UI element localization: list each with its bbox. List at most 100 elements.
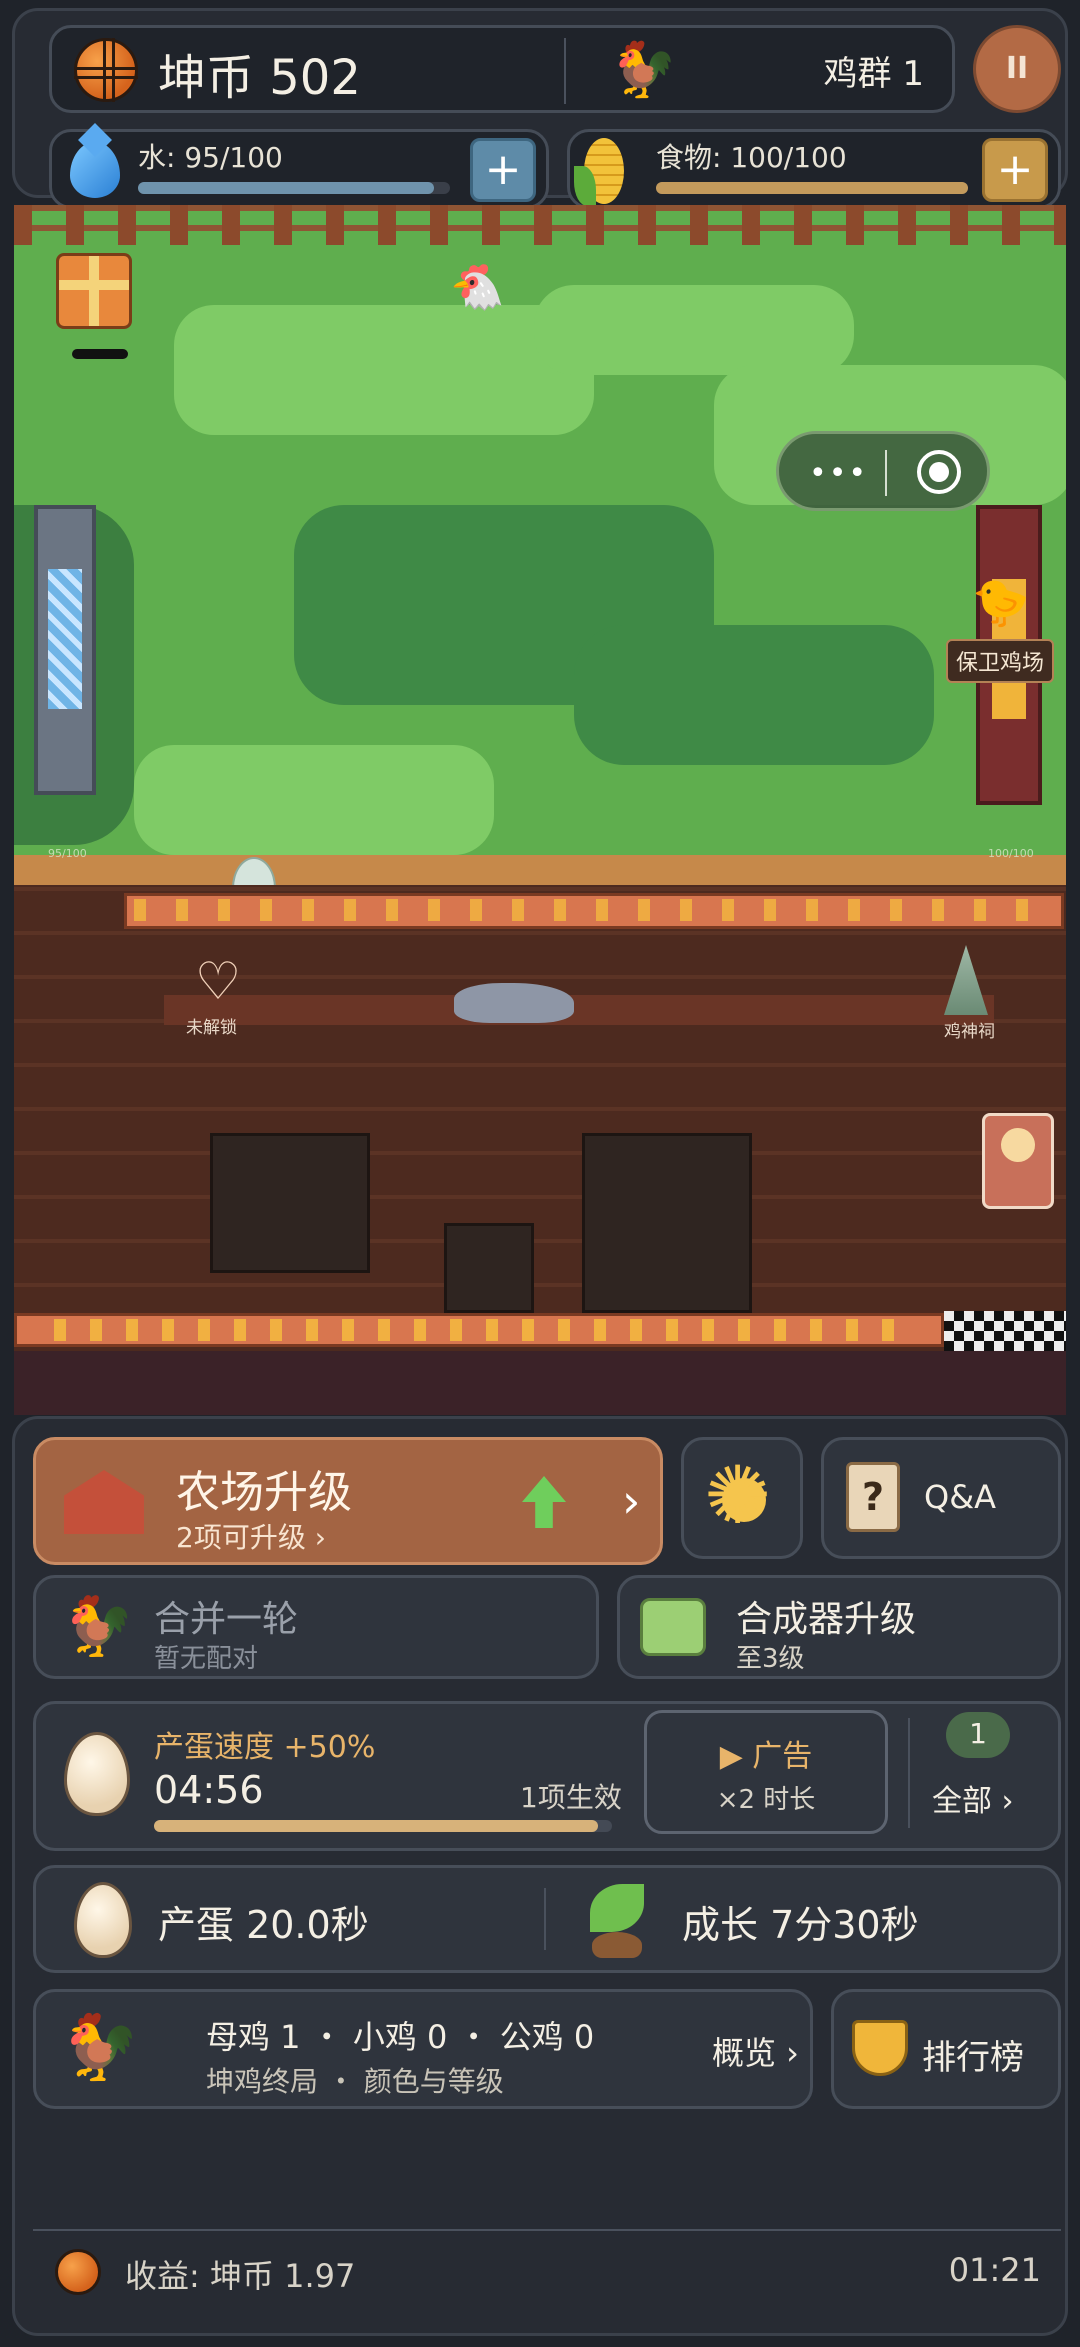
egg-icon (64, 1732, 130, 1816)
question-book-icon: ? (846, 1462, 900, 1532)
effects-count-badge: 1 (946, 1712, 1010, 1758)
ad-title: ▶ 广告 (719, 1739, 813, 1774)
synthesizer-icon (640, 1598, 706, 1656)
boost-progress-bar (154, 1820, 612, 1832)
barn-icon (64, 1470, 144, 1534)
incubator-machine (210, 1133, 370, 1273)
hen-sprite[interactable]: 🐔 (450, 261, 505, 313)
divider (33, 2229, 1061, 2231)
finish-flag-strip (944, 1311, 1066, 1351)
qa-button[interactable]: ? Q&A (821, 1437, 1061, 1559)
cabinet-machine (582, 1133, 752, 1313)
more-icon[interactable]: ••• (809, 456, 868, 491)
grass-patch (134, 745, 494, 855)
lay-interval: 产蛋 20.0秒 (158, 1903, 369, 1947)
locked-label: 未解锁 (186, 1018, 237, 1038)
egg-icon (74, 1882, 132, 1958)
water-resource: 水: 95/100 + (49, 129, 549, 209)
water-label: 水: 95/100 (138, 141, 283, 174)
water-bar (138, 182, 450, 194)
sun-icon (704, 1456, 771, 1536)
chick-warrior-icon: 🐤 (972, 575, 1030, 629)
miniprogram-capsule: ••• (776, 431, 990, 511)
leaderboard-button[interactable]: 排行榜 (831, 1989, 1061, 2109)
roof-conveyor-arrows (134, 899, 1054, 921)
egg-boost-card: 产蛋速度 +50% 04:56 1项生效 ▶ 广告 ×2 时长 1 全部 › (33, 1701, 1061, 1851)
dark-grass-patch (574, 625, 934, 765)
sprout-icon (580, 1880, 650, 1960)
farm-upgrade-title: 农场升级 (176, 1467, 352, 1518)
grass-patch (534, 285, 854, 375)
boost-title: 产蛋速度 +50% (154, 1730, 376, 1765)
ad-subtitle: ×2 时长 (716, 1785, 816, 1815)
top-hud: 坤币 502 🐓 鸡群 1 II 水: 95/100 + 食物: 100/100… (12, 8, 1068, 209)
production-stats: 产蛋 20.0秒 成长 7分30秒 (33, 1865, 1061, 1973)
synthesizer-upgrade-button[interactable]: 合成器升级 至3级 (617, 1575, 1061, 1679)
water-bar-fill (138, 182, 435, 194)
small-machine (444, 1223, 534, 1313)
flock-overview-button[interactable]: 🐓 母鸡 1 ・ 小鸡 0 ・ 公鸡 0 坤鸡终局 ・ 颜色与等级 概览 › (33, 1989, 813, 2109)
heart-icon[interactable]: ♡ (188, 955, 248, 1009)
chickens-icon: 🐓 (60, 2011, 140, 2085)
coop-shelf (164, 995, 994, 1025)
flock-subtitle: 坤鸡终局 ・ 颜色与等级 (206, 2065, 504, 2098)
water-tower-reading: 95/100 (48, 847, 87, 860)
coop-floor (14, 1351, 1066, 1415)
active-effects-count: 1项生效 (520, 1781, 622, 1814)
farm-upgrade-subtitle: 2项可升级 › (176, 1521, 326, 1554)
food-label: 食物: 100/100 (656, 141, 847, 174)
income-label: 收益: 坤币 1.97 (125, 2257, 356, 2295)
coin-balance: 坤币 502 (158, 50, 361, 106)
upgrade-arrow-icon (522, 1476, 566, 1528)
gift-box-icon[interactable] (56, 253, 132, 329)
chicken-icon: 🐓 (610, 38, 678, 101)
shrine-label: 鸡神祠 (944, 1022, 995, 1042)
chicken-icon: 🐓 (62, 1592, 135, 1660)
coin-bar: 坤币 502 🐓 鸡群 1 (49, 25, 955, 113)
water-drop-icon (70, 142, 120, 198)
fence (14, 205, 1066, 245)
add-water-button[interactable]: + (470, 138, 536, 202)
basketball-coin-icon (55, 2249, 101, 2295)
session-timer: 01:21 (948, 2251, 1041, 2289)
view-all-button[interactable]: 全部 › (932, 1776, 1014, 1820)
merge-subtitle: 暂无配对 (154, 1644, 259, 1674)
watch-ad-button[interactable]: ▶ 广告 ×2 时长 (644, 1710, 888, 1834)
conveyor-arrows (54, 1319, 914, 1341)
capsule-divider (885, 450, 887, 496)
egg-download-button[interactable] (982, 1113, 1054, 1209)
leaderboard-label: 排行榜 (922, 2038, 1024, 2078)
farm-upgrade-button[interactable]: 农场升级 2项可升级 › › (33, 1437, 663, 1565)
food-tower-reading: 100/100 (988, 847, 1034, 860)
flock-composition: 母鸡 1 ・ 小鸡 0 ・ 公鸡 0 (206, 2018, 595, 2056)
food-bar-fill (656, 182, 968, 194)
divider (544, 1888, 546, 1950)
grass-patch (174, 305, 594, 435)
corn-icon (574, 138, 624, 206)
cat-sprite[interactable] (454, 983, 574, 1023)
gift-timer-bar (72, 349, 128, 359)
food-bar (656, 182, 968, 194)
pause-button[interactable]: II (973, 25, 1061, 113)
boost-progress-fill (154, 1820, 599, 1832)
divider (564, 38, 566, 104)
water-tower[interactable] (34, 505, 96, 795)
synthesizer-title: 合成器升级 (736, 1599, 917, 1640)
flock-count: 鸡群 1 (823, 54, 924, 94)
divider (908, 1718, 910, 1828)
farm-scene[interactable]: 🐔 ••• 95/100 100/100 🐤 保卫鸡场 ♡ 未解锁 鸡神祠 (14, 205, 1066, 1415)
merge-title: 合并一轮 (154, 1599, 299, 1640)
food-resource: 食物: 100/100 + (567, 129, 1061, 209)
weather-button[interactable] (681, 1437, 803, 1559)
defend-farm-button[interactable]: 保卫鸡场 (946, 639, 1055, 683)
close-miniprogram-icon[interactable] (917, 450, 961, 494)
grow-time: 成长 7分30秒 (682, 1903, 919, 1947)
qa-label: Q&A (924, 1478, 997, 1516)
chevron-right-icon: › (622, 1474, 641, 1528)
control-panel: 农场升级 2项可升级 › › ? Q&A 🐓 合并一轮 暂无配对 合成器升级 至… (12, 1416, 1068, 2336)
add-food-button[interactable]: + (982, 138, 1048, 202)
merge-round-button[interactable]: 🐓 合并一轮 暂无配对 (33, 1575, 599, 1679)
synthesizer-subtitle: 至3级 (736, 1644, 805, 1674)
overview-link: 概览 › (712, 2034, 799, 2072)
basketball-coin-icon (74, 38, 138, 102)
